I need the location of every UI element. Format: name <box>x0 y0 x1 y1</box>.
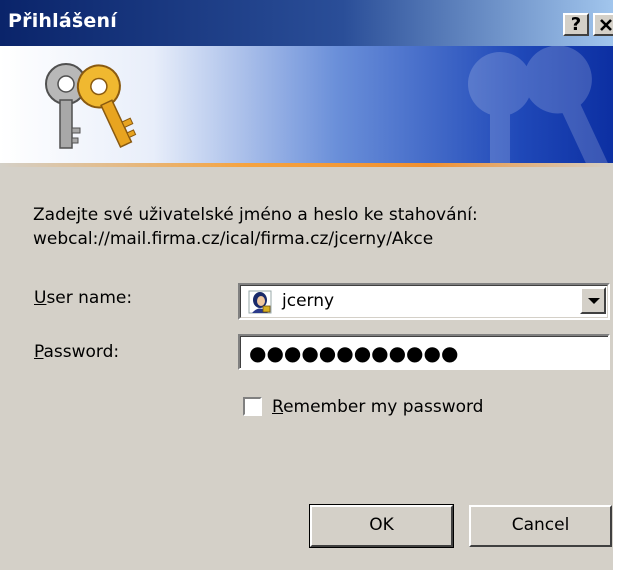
remember-password-label[interactable]: Remember my password <box>272 397 483 417</box>
prompt-url: webcal://mail.firma.cz/ical/firma.cz/jce… <box>33 229 434 249</box>
banner-divider <box>0 163 613 167</box>
user-avatar-icon <box>248 290 272 314</box>
keys-icon <box>45 63 137 149</box>
window-title: Přihlášení <box>8 10 117 32</box>
chevron-down-icon <box>588 298 600 304</box>
help-button[interactable]: ? <box>563 13 589 36</box>
desktop-background <box>613 0 623 570</box>
password-label: Password: <box>34 342 120 362</box>
cancel-button[interactable]: Cancel <box>469 505 612 547</box>
password-value: ●●●●●●●●●●●● <box>249 341 459 365</box>
keys-watermark-icon <box>468 46 613 163</box>
username-dropdown-button[interactable] <box>580 287 606 314</box>
username-label: User name: <box>34 288 133 308</box>
ok-button[interactable]: OK <box>309 504 454 548</box>
username-combobox[interactable]: jcerny <box>238 283 610 320</box>
password-field[interactable]: ●●●●●●●●●●●● <box>238 334 610 370</box>
prompt-text: Zadejte své uživatelské jméno a heslo ke… <box>33 203 478 251</box>
close-icon <box>600 19 612 31</box>
prompt-line-1: Zadejte své uživatelské jméno a heslo ke… <box>33 205 478 225</box>
banner <box>0 46 613 163</box>
title-bar[interactable]: Přihlášení ? <box>0 0 623 46</box>
username-value: jcerny <box>282 291 335 311</box>
login-dialog: Přihlášení ? Zadejte své uživatelské jmé… <box>0 0 623 570</box>
remember-password-checkbox[interactable] <box>243 397 262 416</box>
